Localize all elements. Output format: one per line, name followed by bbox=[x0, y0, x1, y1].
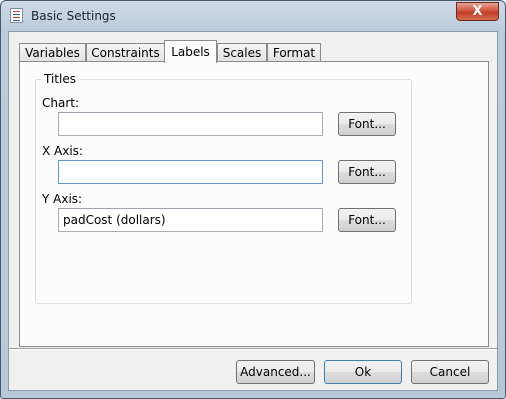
x-axis-title-label: X Axis: bbox=[42, 144, 83, 158]
x-axis-title-input[interactable] bbox=[58, 160, 323, 184]
y-axis-title-input[interactable] bbox=[58, 208, 323, 232]
x-axis-font-button[interactable]: Font... bbox=[338, 160, 396, 184]
cancel-button[interactable]: Cancel bbox=[411, 360, 489, 384]
labels-tab-panel: Titles Chart: Font... X Axis: Font... Y … bbox=[19, 61, 489, 347]
ok-button[interactable]: Ok bbox=[324, 360, 402, 384]
tab-format[interactable]: Format bbox=[267, 43, 321, 62]
dialog-client-area: Variables Constraints Labels Scales Form… bbox=[8, 31, 498, 391]
title-bar[interactable]: Basic Settings X bbox=[1, 1, 505, 31]
close-icon: X bbox=[472, 4, 483, 19]
chart-title-input[interactable] bbox=[58, 112, 323, 136]
footer-separator bbox=[9, 348, 497, 350]
tab-variables[interactable]: Variables bbox=[19, 43, 86, 62]
tab-labels[interactable]: Labels bbox=[164, 40, 217, 63]
advanced-button[interactable]: Advanced... bbox=[236, 360, 315, 384]
tab-scales[interactable]: Scales bbox=[217, 43, 267, 62]
window-title: Basic Settings bbox=[31, 9, 116, 23]
y-axis-font-button[interactable]: Font... bbox=[338, 208, 396, 232]
dialog-window: Basic Settings X Variables Constraints L… bbox=[0, 0, 506, 399]
app-form-icon bbox=[10, 8, 23, 23]
chart-title-label: Chart: bbox=[42, 96, 80, 110]
close-button[interactable]: X bbox=[456, 2, 499, 21]
titles-group-label: Titles bbox=[41, 72, 79, 86]
y-axis-title-label: Y Axis: bbox=[42, 192, 83, 206]
chart-font-button[interactable]: Font... bbox=[338, 112, 396, 136]
tab-constraints[interactable]: Constraints bbox=[86, 43, 165, 62]
